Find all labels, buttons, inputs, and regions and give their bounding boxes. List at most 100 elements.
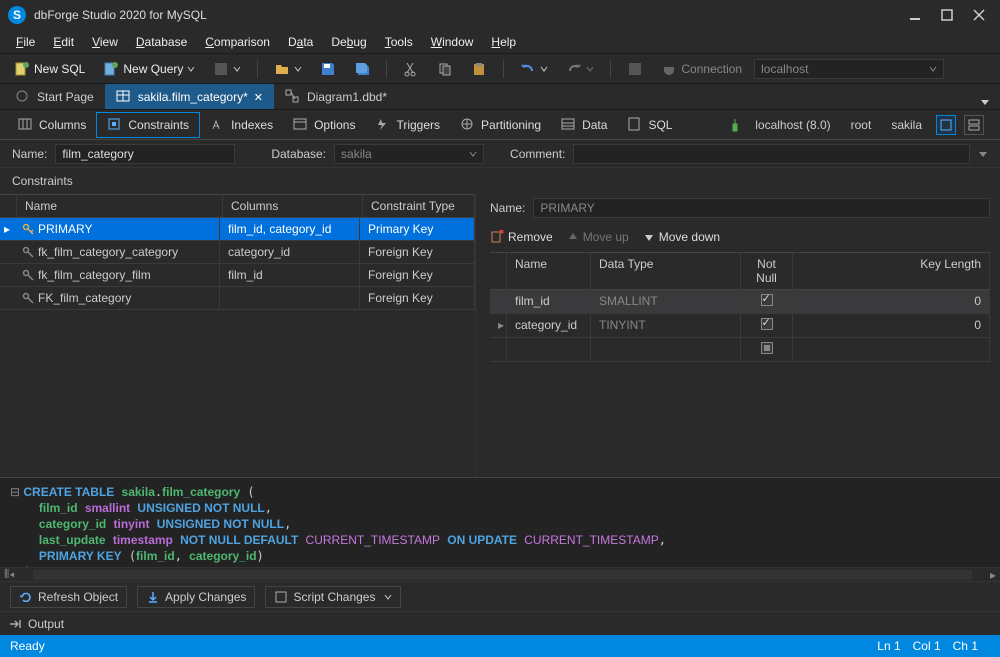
apply-button[interactable]: Apply Changes — [137, 586, 255, 608]
menu-file[interactable]: File — [8, 33, 43, 51]
sql-preview[interactable]: ⊟ CREATE TABLE sakila.film_category ( fi… — [0, 477, 1000, 567]
table-form: Name: film_category Database: sakila Com… — [0, 140, 1000, 168]
detail-col-type[interactable]: Data Type — [591, 253, 741, 289]
detail-col-keylen[interactable]: Key Length — [793, 253, 990, 289]
subtab-triggers[interactable]: Triggers — [365, 113, 450, 137]
subtab-indexes[interactable]: Indexes — [200, 113, 283, 137]
row-indicator-icon: ▸ — [0, 218, 14, 240]
detail-new-row[interactable] — [490, 338, 990, 362]
constraint-columns — [220, 287, 360, 309]
horizontal-scrollbar[interactable]: ⦀◂▸ — [0, 567, 1000, 581]
tab-close-icon[interactable]: ✕ — [254, 91, 263, 104]
menu-edit[interactable]: Edit — [45, 33, 82, 51]
movedown-button[interactable]: Move down — [643, 230, 720, 244]
subtab-constraints[interactable]: Constraints — [96, 112, 200, 138]
new-sql-button[interactable]: New SQL — [8, 59, 91, 79]
menu-window[interactable]: Window — [423, 33, 482, 51]
tab-diagram[interactable]: Diagram1.dbd* — [274, 84, 398, 109]
constraint-row[interactable]: fk_film_category_filmfilm_idForeign Key — [0, 264, 475, 287]
output-panel-header[interactable]: Output — [0, 611, 1000, 635]
connection-info: localhost (8.0) root sakila — [721, 115, 992, 135]
constraint-row[interactable]: fk_film_category_categorycategory_idFore… — [0, 241, 475, 264]
chevron-down-icon — [384, 593, 392, 601]
detail-name: film_id — [507, 290, 591, 313]
checkbox-icon[interactable] — [761, 342, 773, 354]
remove-button[interactable]: Remove — [490, 230, 553, 244]
name-input[interactable]: film_category — [55, 144, 235, 164]
subtab-sql[interactable]: SQL — [617, 113, 682, 137]
copy-button[interactable] — [431, 59, 459, 79]
minimize-button[interactable] — [908, 8, 922, 22]
col-header-name[interactable]: Name — [17, 195, 223, 217]
subtab-options[interactable]: Options — [283, 113, 365, 137]
detail-row[interactable]: film_idSMALLINT0 — [490, 290, 990, 314]
arrow-down-icon — [643, 231, 655, 243]
constraint-type: Foreign Key — [360, 241, 475, 263]
save-all-button[interactable] — [348, 59, 376, 79]
detail-type: SMALLINT — [591, 290, 741, 313]
refresh-button[interactable]: Refresh Object — [10, 586, 127, 608]
subtab-partitioning[interactable]: Partitioning — [450, 113, 551, 137]
menu-debug[interactable]: Debug — [323, 33, 374, 51]
paste-icon — [471, 61, 487, 77]
redo-icon — [566, 61, 582, 77]
database-label: Database: — [271, 147, 326, 161]
tab-film-category[interactable]: sakila.film_category* ✕ — [105, 84, 274, 109]
constraint-name: fk_film_category_film — [14, 264, 220, 286]
constraint-row[interactable]: FK_film_categoryForeign Key — [0, 287, 475, 310]
database-select[interactable]: sakila — [334, 144, 484, 164]
constraint-row[interactable]: ▸PRIMARYfilm_id, category_idPrimary Key — [0, 218, 475, 241]
open-button[interactable] — [268, 59, 308, 79]
tabs-dropdown[interactable] — [974, 95, 996, 109]
detail-row[interactable]: ▸category_idTINYINT0 — [490, 314, 990, 338]
detail-col-notnull[interactable]: Not Null — [741, 253, 793, 289]
document-tabs: Start Page sakila.film_category* ✕ Diagr… — [0, 84, 1000, 110]
detail-col-name[interactable]: Name — [507, 253, 591, 289]
undo-button[interactable] — [514, 59, 554, 79]
view-mode-1[interactable] — [936, 115, 956, 135]
moveup-button[interactable]: Move up — [567, 230, 629, 244]
notnull-checkbox[interactable] — [761, 318, 773, 330]
menu-view[interactable]: View — [84, 33, 126, 51]
constraint-columns: film_id, category_id — [220, 218, 360, 240]
menubar: File Edit View Database Comparison Data … — [0, 30, 1000, 54]
constraint-columns: film_id — [220, 264, 360, 286]
diagram-icon — [285, 89, 301, 105]
connection-button[interactable]: Connection — [655, 59, 748, 79]
subtab-data[interactable]: Data — [551, 113, 617, 137]
notnull-checkbox[interactable] — [761, 294, 773, 306]
comment-input[interactable] — [573, 144, 970, 164]
detail-name-input[interactable]: PRIMARY — [533, 198, 990, 218]
constraint-detail: Name: PRIMARY Remove Move up Move down N… — [476, 194, 1000, 477]
subtab-columns[interactable]: Columns — [8, 113, 96, 137]
maximize-button[interactable] — [940, 8, 954, 22]
close-button[interactable] — [972, 8, 986, 22]
connection-select[interactable]: localhost — [754, 59, 944, 79]
db-label: sakila — [885, 116, 928, 134]
refresh-icon — [19, 590, 33, 604]
menu-tools[interactable]: Tools — [377, 33, 421, 51]
status-col: Col 1 — [913, 639, 941, 653]
chevron-down-icon[interactable] — [978, 149, 988, 159]
menu-database[interactable]: Database — [128, 33, 195, 51]
tab-start-page[interactable]: Start Page — [4, 84, 105, 109]
constraint-name: FK_film_category — [14, 287, 220, 309]
detail-keylen: 0 — [793, 314, 990, 337]
name-label: Name: — [12, 147, 47, 161]
col-header-type[interactable]: Constraint Type — [363, 195, 475, 217]
cut-button[interactable] — [397, 59, 425, 79]
paste-button[interactable] — [465, 59, 493, 79]
new-query-button[interactable]: New Query — [97, 59, 201, 79]
save-button[interactable] — [314, 59, 342, 79]
col-header-columns[interactable]: Columns — [223, 195, 363, 217]
menu-data[interactable]: Data — [280, 33, 321, 51]
toolbar-btn-1[interactable] — [207, 59, 247, 79]
constraint-name: fk_film_category_category — [14, 241, 220, 263]
status-line: Ln 1 — [877, 639, 900, 653]
toolbar-btn-2[interactable] — [621, 59, 649, 79]
menu-comparison[interactable]: Comparison — [197, 33, 278, 51]
view-mode-2[interactable] — [964, 115, 984, 135]
script-button[interactable]: Script Changes — [265, 586, 401, 608]
menu-help[interactable]: Help — [483, 33, 524, 51]
redo-button[interactable] — [560, 59, 600, 79]
